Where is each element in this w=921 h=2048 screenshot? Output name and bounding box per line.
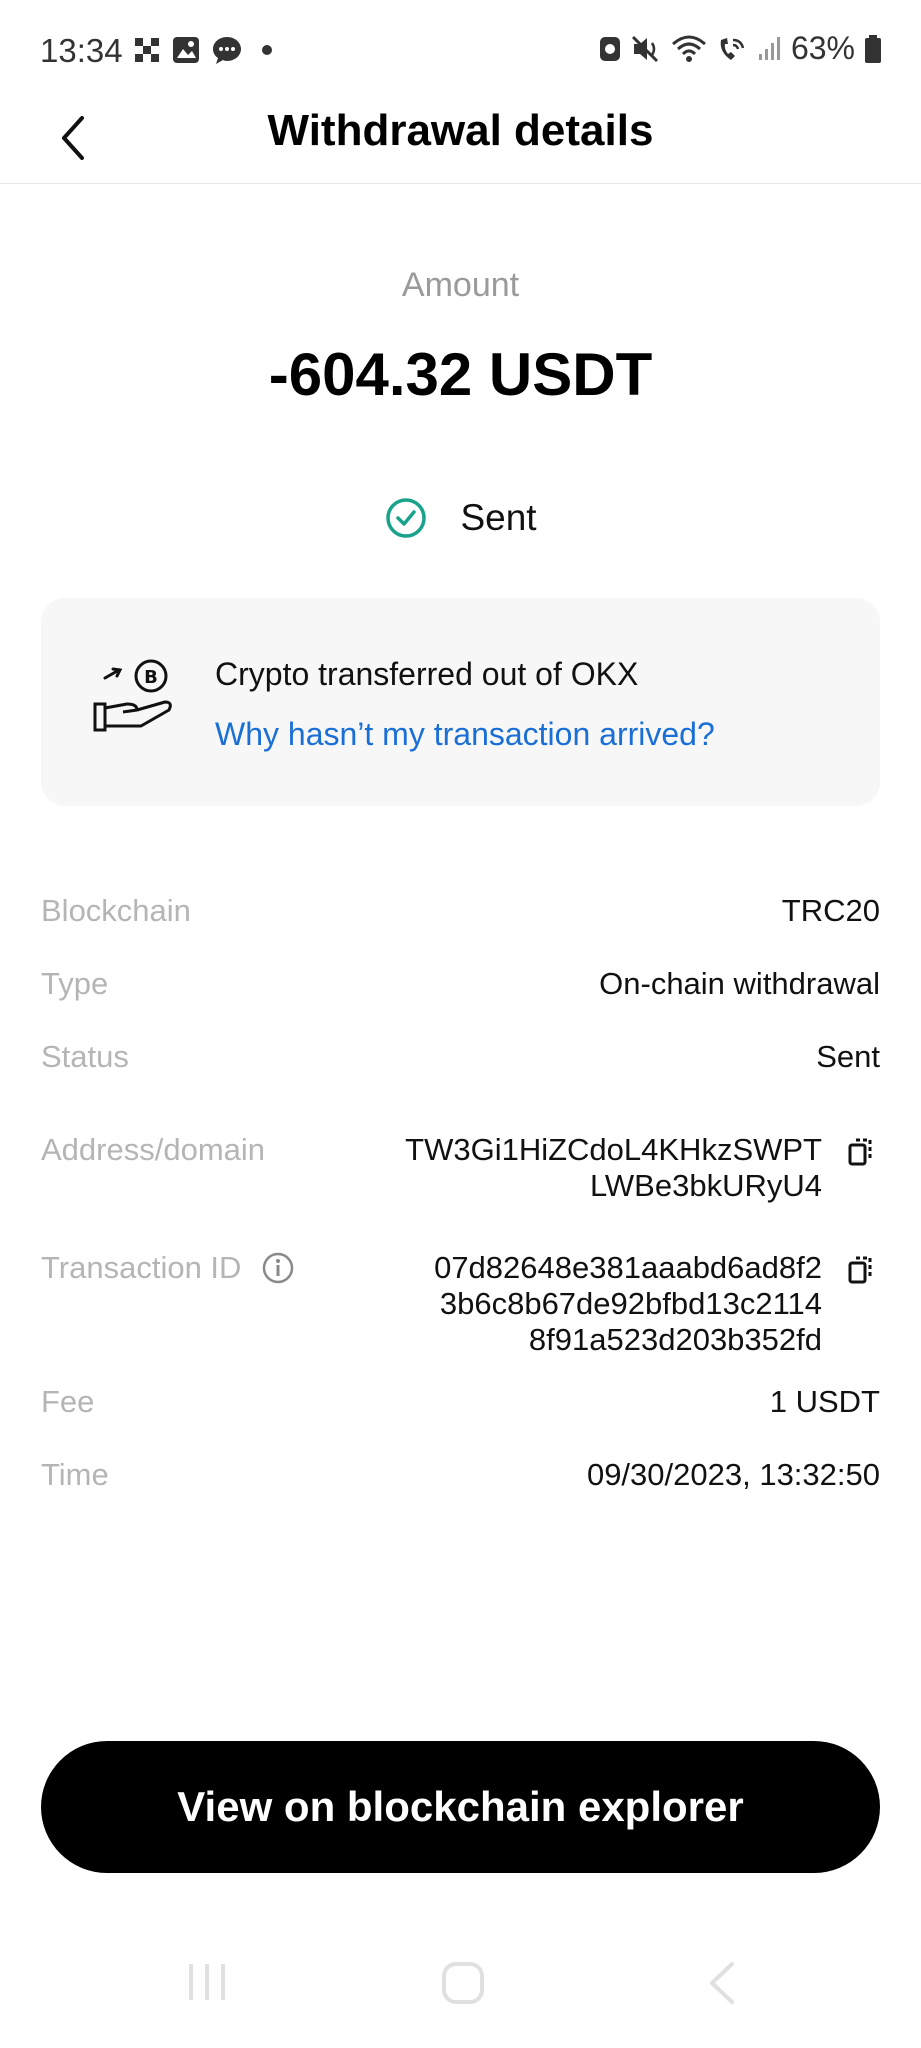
status-value: Sent	[816, 1039, 880, 1074]
copy-icon[interactable]	[846, 1136, 876, 1168]
address-line-1: TW3Gi1HiZCdoL4KHkzSWPT	[405, 1132, 822, 1167]
info-card: B Crypto transferred out of OKX Why hasn…	[41, 598, 880, 806]
transaction-id-label-group: Transaction ID	[41, 1250, 295, 1286]
fee-value: 1 USDT	[769, 1384, 880, 1419]
signal-icon	[758, 36, 780, 60]
amount-label: Amount	[401, 266, 520, 304]
address-value[interactable]: TW3Gi1HiZCdoL4KHkzSWPT LWBe3bkURyU4	[405, 1132, 822, 1204]
hand-coin-icon: B	[93, 659, 172, 732]
type-label: Type	[41, 966, 109, 1001]
qr-app-icon	[135, 38, 159, 62]
address-label: Address/domain	[41, 1132, 266, 1167]
time-value: 09/30/2023, 13:32:50	[586, 1457, 880, 1492]
status-label: Status	[41, 1039, 129, 1074]
transaction-id-label: Transaction ID	[41, 1250, 242, 1285]
dot-icon	[262, 45, 272, 55]
blockchain-label: Blockchain	[41, 893, 191, 928]
txid-line-2: 3b6c8b67de92bfbd13c2114	[439, 1286, 822, 1321]
blockchain-value: TRC20	[781, 893, 880, 928]
detail-row-status: Status Sent	[41, 1039, 880, 1079]
header: Withdrawal details	[0, 102, 921, 184]
status-bar: 13:34 63%	[0, 0, 921, 102]
home-icon[interactable]	[440, 1960, 486, 2006]
svg-text:B: B	[144, 667, 158, 688]
detail-row-blockchain: Blockchain TRC20	[41, 893, 880, 933]
check-circle-icon	[386, 498, 427, 538]
detail-row-type: Type On-chain withdrawal	[41, 966, 880, 1006]
status-time: 13:34	[40, 32, 123, 69]
transaction-help-link[interactable]: Why hasn’t my transaction arrived?	[215, 716, 715, 753]
amount-value: -604.32 USDT	[268, 341, 653, 408]
mute-icon	[631, 35, 659, 62]
alarm-icon	[599, 36, 620, 61]
system-icons: 63%	[597, 30, 883, 67]
back-nav-icon[interactable]	[704, 1960, 740, 2006]
txid-line-3: 8f91a523d203b352fd	[528, 1322, 822, 1357]
txid-line-1: 07d82648e381aaabd6ad8f2	[434, 1250, 822, 1285]
status-badge-text: Sent	[460, 497, 537, 538]
card-message: Crypto transferred out of OKX	[215, 656, 639, 692]
transaction-id-value[interactable]: 07d82648e381aaabd6ad8f2 3b6c8b67de92bfbd…	[434, 1250, 822, 1358]
notification-icons	[133, 34, 277, 66]
wifi-icon	[671, 35, 706, 62]
battery-percent: 63%	[790, 30, 855, 66]
wifi-calling-icon	[720, 37, 745, 60]
type-value: On-chain withdrawal	[599, 966, 880, 1001]
page-title: Withdrawal details	[267, 106, 654, 155]
view-explorer-button[interactable]: View on blockchain explorer	[41, 1741, 880, 1873]
address-line-2: LWBe3bkURyU4	[589, 1168, 822, 1203]
battery-icon	[865, 34, 881, 63]
detail-row-transaction-id: Transaction ID 07d82648e381aaabd6ad8f2 3…	[41, 1250, 880, 1362]
fee-label: Fee	[41, 1384, 95, 1419]
detail-row-address: Address/domain TW3Gi1HiZCdoL4KHkzSWPT LW…	[41, 1132, 880, 1208]
detail-row-time: Time 09/30/2023, 13:32:50	[41, 1457, 880, 1497]
gallery-icon	[173, 37, 199, 63]
copy-icon[interactable]	[846, 1254, 876, 1286]
system-nav-bar	[0, 1950, 921, 2020]
recent-apps-icon[interactable]	[185, 1960, 229, 2004]
status-badge: Sent	[0, 496, 921, 540]
time-label: Time	[41, 1457, 109, 1492]
detail-row-fee: Fee 1 USDT	[41, 1384, 880, 1424]
message-icon	[213, 37, 241, 64]
info-icon[interactable]	[261, 1251, 295, 1285]
